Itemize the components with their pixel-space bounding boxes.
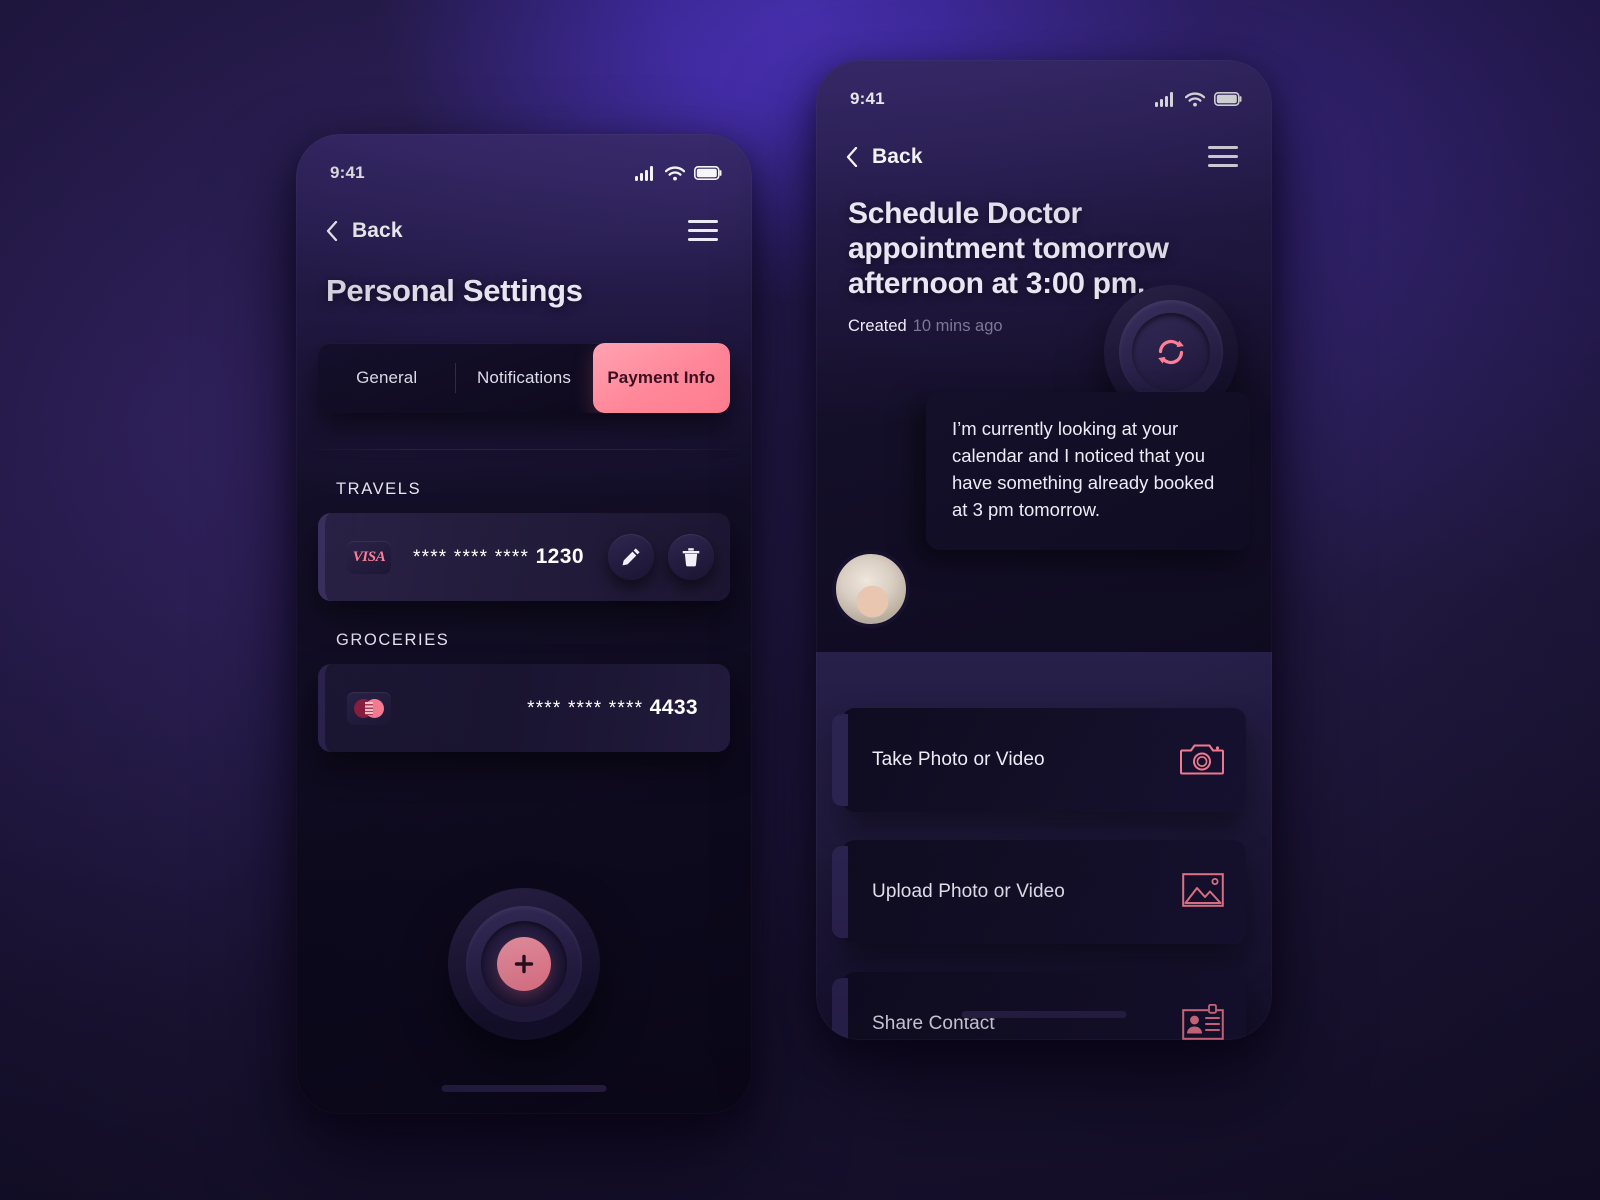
created-label: Created — [848, 317, 907, 336]
hamburger-menu-icon[interactable] — [684, 216, 722, 245]
section-label-groceries: GROCERIES — [336, 631, 450, 649]
back-label: Back — [352, 218, 403, 242]
refresh-core[interactable] — [1149, 330, 1193, 374]
page-backdrop — [0, 0, 1600, 1200]
action-label: Upload Photo or Video — [872, 881, 1065, 902]
mastercard-mark — [354, 698, 384, 718]
image-icon — [1182, 872, 1224, 912]
tab-payment-info[interactable]: Payment Info — [592, 343, 730, 413]
settings-tab-bar: General Notifications Payment Info — [318, 343, 730, 413]
status-time: 9:41 — [330, 163, 365, 182]
chevron-left-icon — [846, 146, 858, 167]
page-title: Personal Settings — [326, 273, 583, 308]
task-title: Schedule Doctor appointment tomorrow aft… — [848, 197, 1169, 300]
action-list: Take Photo or Video Upload Photo or Vide… — [816, 652, 1272, 1040]
card-row-wrap-groceries: **** **** **** 4433 — [296, 650, 752, 752]
fab-core-button[interactable] — [497, 937, 551, 991]
hamburger-menu-icon[interactable] — [1204, 142, 1242, 171]
nav-bar: Back — [816, 120, 1272, 171]
assistant-message-bubble: I’m currently looking at your calendar a… — [916, 392, 1250, 550]
battery-icon — [694, 166, 722, 180]
trash-icon — [682, 548, 700, 567]
burger-line — [1208, 164, 1238, 167]
tab-notifications[interactable]: Notifications — [455, 343, 592, 413]
status-icons — [635, 165, 722, 181]
delete-card-button[interactable] — [668, 534, 714, 580]
chat-area: I’m currently looking at your calendar a… — [816, 392, 1272, 628]
signal-bars-icon — [635, 165, 653, 181]
back-button[interactable]: Back — [846, 145, 923, 169]
visa-logo-icon: VISA — [347, 540, 391, 574]
visa-logo-text: VISA — [352, 548, 386, 565]
burger-line — [1208, 146, 1238, 149]
burger-line — [688, 229, 718, 232]
back-label: Back — [872, 144, 923, 168]
home-indicator — [441, 1085, 607, 1092]
section-divider — [296, 449, 752, 450]
pencil-icon — [622, 548, 640, 566]
burger-line — [688, 238, 718, 241]
plus-icon — [514, 954, 534, 974]
wifi-icon — [1185, 92, 1205, 106]
created-value: 10 mins ago — [912, 317, 1003, 336]
mc-overlap — [365, 701, 373, 715]
card-number-mastercard: **** **** **** 4433 — [527, 696, 698, 720]
status-bar: 9:41 — [816, 60, 1272, 120]
nav-bar: Back — [296, 194, 752, 245]
camera-icon — [1180, 740, 1224, 781]
phone-left-personal-settings: 9:41 Back Personal Settings General Noti… — [296, 134, 752, 1114]
action-upload-photo-or-video[interactable]: Upload Photo or Video — [832, 840, 1246, 944]
section-label-travels: TRAVELS — [336, 480, 422, 498]
card-number-masked: **** **** **** — [413, 547, 536, 568]
action-share-contact[interactable]: Share Contact — [832, 972, 1246, 1041]
wifi-icon — [665, 166, 685, 180]
card-row-wrap-travels: VISA **** **** **** 1230 — [296, 499, 752, 601]
mastercard-logo-icon — [347, 691, 391, 725]
card-number-visa: **** **** **** 1230 — [413, 545, 584, 569]
action-label: Take Photo or Video — [872, 749, 1045, 770]
status-time: 9:41 — [850, 89, 885, 108]
payment-card-row-mastercard[interactable]: **** **** **** 4433 — [318, 664, 730, 752]
chevron-left-icon — [326, 220, 338, 241]
status-bar: 9:41 — [296, 134, 752, 194]
status-icons — [1155, 91, 1242, 107]
payment-card-row-visa[interactable]: VISA **** **** **** 1230 — [318, 513, 730, 601]
back-button[interactable]: Back — [326, 219, 403, 243]
home-indicator — [961, 1011, 1127, 1018]
tab-general[interactable]: General — [318, 343, 455, 413]
card-last4: 1230 — [535, 545, 584, 568]
burger-line — [1208, 155, 1238, 158]
action-take-photo-or-video[interactable]: Take Photo or Video — [832, 708, 1246, 812]
contact-card-icon — [1182, 1003, 1224, 1041]
action-bottom-sheet: Take Photo or Video Upload Photo or Vide… — [816, 652, 1272, 1040]
battery-icon — [1214, 92, 1242, 106]
card-row-actions — [608, 534, 714, 580]
edit-card-button[interactable] — [608, 534, 654, 580]
card-number-masked: **** **** **** — [527, 698, 650, 719]
add-payment-fab[interactable] — [448, 888, 600, 1040]
card-last4: 4433 — [649, 696, 698, 719]
burger-line — [688, 220, 718, 223]
phone-right-task-detail: 9:41 Back Schedule Doctor appointment to… — [816, 60, 1272, 1040]
refresh-sync-icon — [1158, 339, 1184, 365]
signal-bars-icon — [1155, 91, 1173, 107]
user-avatar — [832, 549, 910, 628]
